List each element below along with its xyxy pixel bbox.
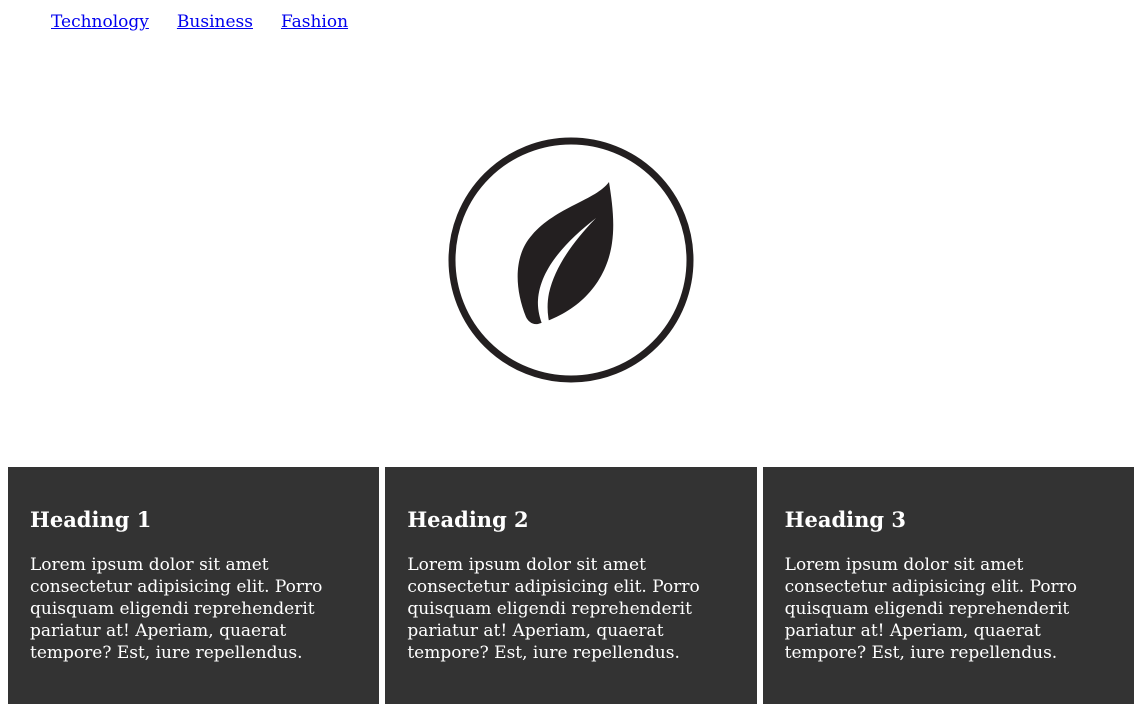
nav-link-business[interactable]: Business bbox=[177, 12, 253, 32]
card-text: Lorem ipsum dolor sit amet consectetur a… bbox=[784, 555, 1078, 663]
nav-link-fashion[interactable]: Fashion bbox=[281, 12, 348, 32]
card-heading: Heading 3 bbox=[784, 507, 907, 532]
card-3: Heading 3 Lorem ipsum dolor sit amet con… bbox=[762, 467, 1134, 704]
card-1: Heading 1 Lorem ipsum dolor sit amet con… bbox=[8, 467, 380, 704]
card-text: Lorem ipsum dolor sit amet consectetur a… bbox=[407, 555, 700, 663]
leaf-icon bbox=[448, 137, 694, 383]
leaf-logo bbox=[446, 135, 696, 385]
card-heading: Heading 1 bbox=[30, 507, 152, 532]
cards-section: Heading 1 Lorem ipsum dolor sit amet con… bbox=[8, 467, 1134, 704]
card-text: Lorem ipsum dolor sit amet consectetur a… bbox=[30, 555, 323, 663]
card-2: Heading 2 Lorem ipsum dolor sit amet con… bbox=[385, 467, 757, 704]
nav-link-technology[interactable]: Technology bbox=[51, 12, 149, 32]
top-nav: Technology Business Fashion bbox=[51, 12, 348, 32]
card-heading: Heading 2 bbox=[407, 507, 529, 532]
